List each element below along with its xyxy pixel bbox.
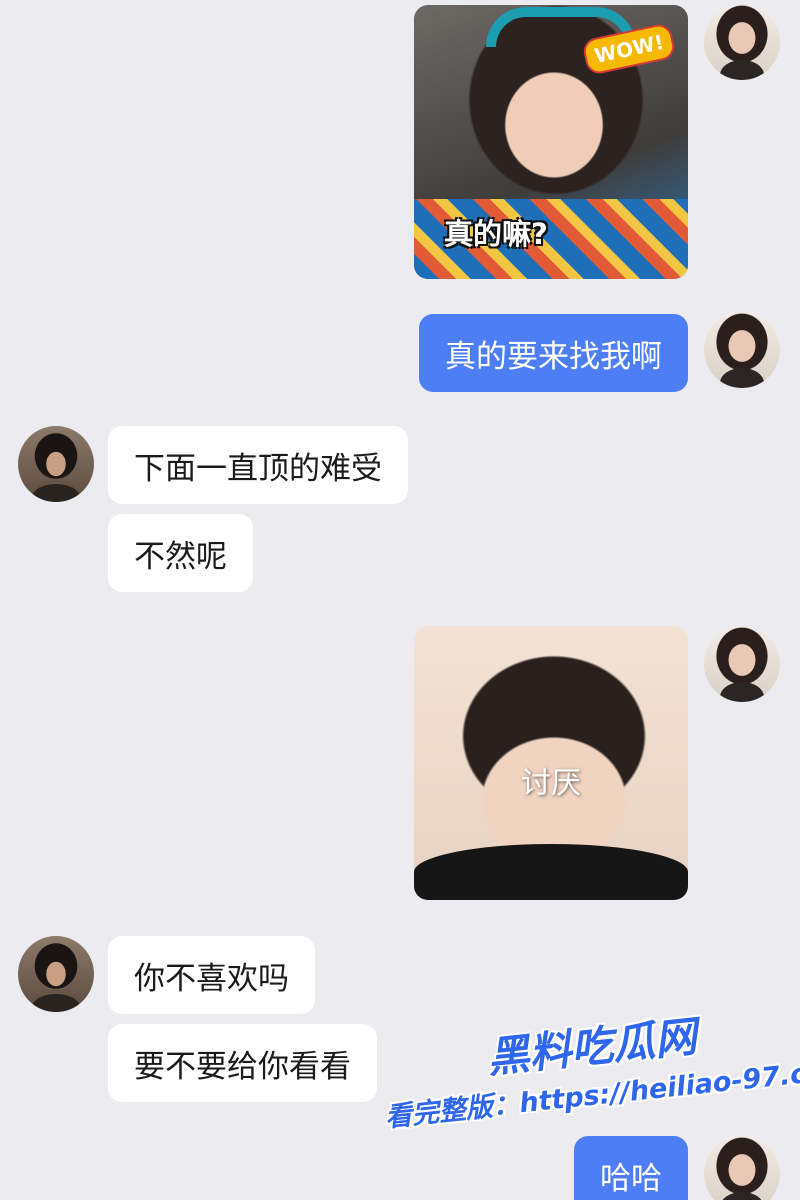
self-avatar[interactable] bbox=[704, 312, 780, 388]
sticker-caption: 讨厌 bbox=[521, 766, 581, 801]
incoming-message-bubble[interactable]: 不然呢 bbox=[108, 514, 253, 592]
outgoing-message-bubble[interactable]: 真的要来找我啊 bbox=[419, 314, 688, 392]
sticker-message-baby[interactable]: 讨厌 bbox=[414, 626, 688, 900]
sticker-message-girl[interactable]: WOW! 真的嘛? bbox=[414, 5, 688, 279]
incoming-message-bubble[interactable]: 下面一直顶的难受 bbox=[108, 426, 408, 504]
self-avatar[interactable] bbox=[704, 4, 780, 80]
incoming-message-bubble[interactable]: 要不要给你看看 bbox=[108, 1024, 377, 1102]
sticker-caption: 真的嘛? bbox=[444, 217, 548, 251]
incoming-message-bubble[interactable]: 你不喜欢吗 bbox=[108, 936, 315, 1014]
contact-avatar[interactable] bbox=[18, 936, 94, 1012]
shirt-graphic bbox=[414, 844, 688, 900]
self-avatar[interactable] bbox=[704, 1136, 780, 1200]
contact-avatar[interactable] bbox=[18, 426, 94, 502]
self-avatar[interactable] bbox=[704, 626, 780, 702]
